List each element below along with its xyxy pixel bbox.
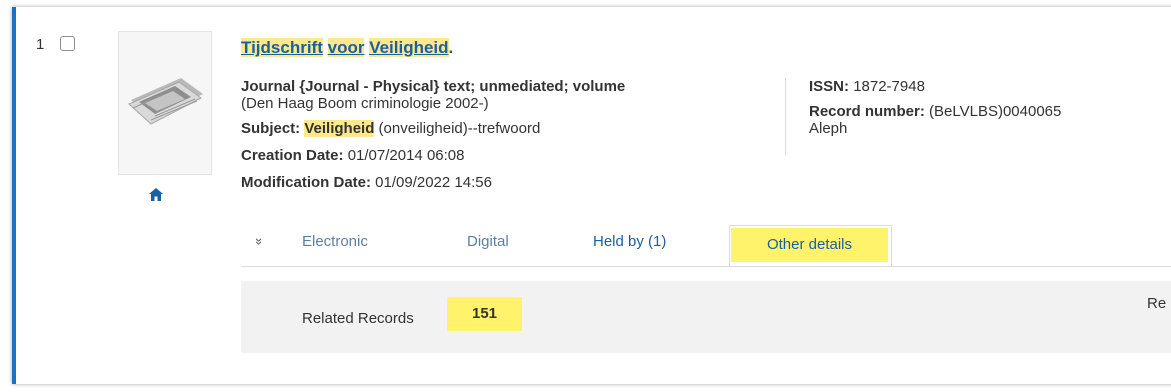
record-number: Record number: (BeLVLBS)0040065: [809, 103, 1061, 120]
tab-other-details-label: Other details: [731, 228, 888, 262]
record-index: 1: [36, 36, 45, 53]
title-suffix: .: [448, 38, 454, 57]
details-panel: Related Records 151 Re: [241, 281, 1171, 353]
subject-highlight[interactable]: Veiligheid: [304, 120, 375, 137]
creation-value: 01/07/2014 06:08: [347, 147, 465, 164]
tab-digital[interactable]: Digital: [467, 233, 509, 250]
tab-held-by[interactable]: Held by (1): [593, 233, 666, 250]
details-right-label: Re: [1147, 295, 1167, 312]
subject-rest: (onveiligheid)--trefwoord: [374, 120, 541, 137]
record-type: Journal {Journal - Physical} text; unmed…: [241, 78, 626, 95]
double-chevron-down-icon[interactable]: »: [252, 238, 267, 245]
record-title[interactable]: Tijdschrift voor Veiligheid.: [241, 38, 453, 58]
related-records-label: Related Records: [302, 310, 414, 327]
creation-label: Creation Date:: [241, 147, 344, 164]
issn-label: ISSN:: [809, 78, 850, 95]
tab-other-details[interactable]: Other details: [729, 225, 892, 267]
tab-electronic[interactable]: Electronic: [302, 233, 368, 250]
modification-label: Modification Date:: [241, 174, 371, 191]
column-divider: [785, 78, 786, 155]
subject-label: Subject:: [241, 120, 301, 137]
select-checkbox[interactable]: [60, 36, 75, 51]
record-subject: Subject: Veiligheid (onveiligheid)--tref…: [241, 120, 540, 137]
issn-value: 1872-7948: [853, 78, 925, 95]
modification-date: Modification Date: 01/09/2022 14:56: [241, 174, 492, 191]
title-word: Tijdschrift: [241, 38, 323, 57]
home-icon[interactable]: [149, 188, 163, 201]
title-word: voor: [327, 38, 365, 57]
creation-date: Creation Date: 01/07/2014 06:08: [241, 147, 464, 164]
related-records-count[interactable]: 151: [447, 297, 522, 331]
record-publisher: (Den Haag Boom criminologie 2002-): [241, 95, 489, 112]
newspaper-icon: [128, 78, 203, 125]
tabs-underline: [241, 266, 1171, 267]
record-source: Aleph: [809, 120, 848, 137]
record-number-label: Record number:: [809, 103, 925, 120]
title-word: Veiligheid: [369, 38, 449, 57]
thumbnail[interactable]: [118, 31, 212, 175]
record-number-value: (BeLVLBS)0040065: [929, 103, 1062, 120]
modification-value: 01/09/2022 14:56: [375, 174, 492, 191]
issn: ISSN: 1872-7948: [809, 78, 925, 95]
